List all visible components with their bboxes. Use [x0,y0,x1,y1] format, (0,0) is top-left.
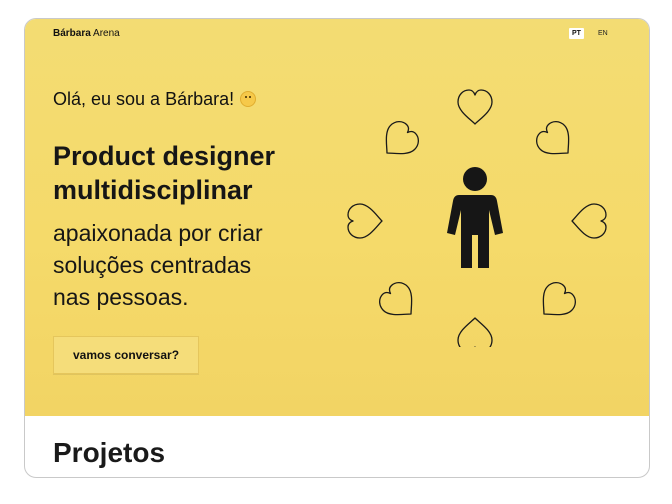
subheadline: apaixonada por criar soluções centradas … [53,217,263,313]
heart-icon-left [347,203,383,239]
heart-icon-top-right [531,116,581,166]
heart-icon-top [457,89,493,125]
greeting: Olá, eu sou a Bárbara! [53,89,257,110]
greeting-text: Olá, eu sou a Bárbara! [53,89,235,109]
heart-icon-right [571,203,607,239]
projects-heading: Projetos [53,437,166,468]
language-pt-button[interactable]: PT [569,28,584,39]
headline-line-2: multidisciplinar [53,175,253,205]
heart-icon-bottom-right [531,277,581,327]
contact-button[interactable]: vamos conversar? [53,336,199,374]
smiley-icon [240,91,257,107]
browser-frame: Bárbara Arena PT EN Olá, eu sou a Bárbar… [24,18,650,478]
headline: Product designer multidisciplinar [53,139,275,207]
brand-logo[interactable]: Bárbara Arena [53,28,120,39]
subline-line-2: soluções centradas [53,252,252,278]
heart-icon-top-left [374,116,424,166]
person-hearts-illustration [347,89,607,347]
brand-first-name: Bárbara [53,28,91,39]
brand-last-name: Arena [93,28,120,39]
hero-section: Bárbara Arena PT EN Olá, eu sou a Bárbar… [25,19,649,416]
person-icon [447,167,503,268]
heart-icon-bottom [457,317,493,347]
headline-line-1: Product designer [53,141,276,171]
subline-line-3: nas pessoas. [53,284,189,310]
language-en-button[interactable]: EN [595,28,611,39]
subline-line-1: apaixonada por criar [53,220,263,246]
heart-icon-bottom-left [374,277,424,327]
